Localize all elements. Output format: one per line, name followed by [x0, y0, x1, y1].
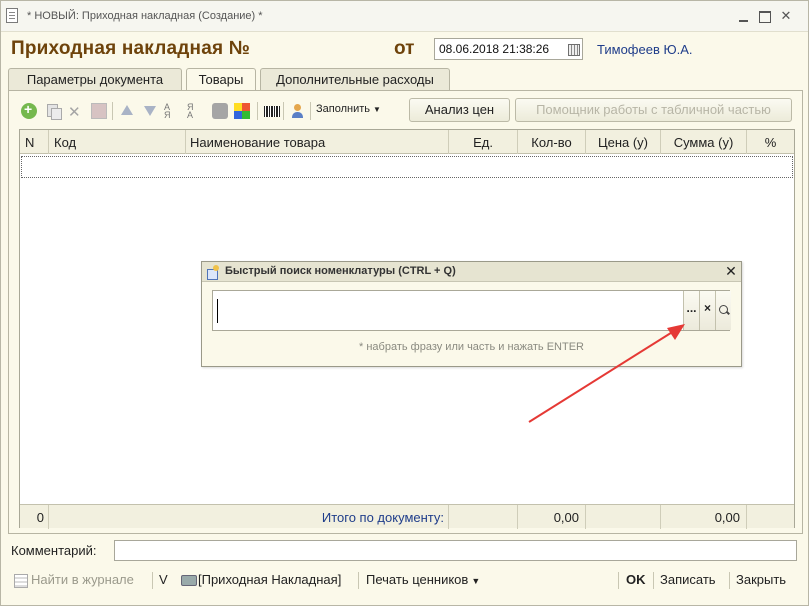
quick-search-input[interactable]	[216, 294, 682, 327]
quick-search-field: ... ×	[212, 290, 731, 331]
bottom-separator	[152, 572, 153, 589]
chevron-down-icon: ▼	[471, 576, 481, 586]
window-title: * НОВЫЙ: Приходная накладная (Создание) …	[27, 10, 263, 22]
close-window-button[interactable]: ✕	[776, 6, 796, 26]
title-bar: * НОВЫЙ: Приходная накладная (Создание) …	[1, 1, 808, 32]
col-percent[interactable]: %	[747, 130, 794, 154]
date-input[interactable]: 08.06.2018 21:38:26	[434, 38, 583, 60]
ok-button[interactable]: OK	[626, 572, 646, 587]
barcode-icon[interactable]	[264, 106, 280, 117]
analyze-prices-button[interactable]: Анализ цен	[409, 98, 510, 122]
comment-input[interactable]	[114, 540, 797, 561]
tab-parameters[interactable]: Параметры документа	[8, 68, 182, 90]
add-icon[interactable]	[21, 101, 37, 119]
total-label: Итого по документу:	[49, 505, 449, 529]
select-button[interactable]: ...	[683, 291, 699, 330]
print-tags-dropdown[interactable]: Печать ценников ▼	[366, 572, 480, 587]
print-button[interactable]: [Приходная Накладная]	[181, 572, 341, 587]
col-sum[interactable]: Сумма (у)	[661, 130, 747, 154]
footer-percent-cell	[747, 505, 794, 529]
v-button[interactable]: V	[159, 572, 168, 587]
table-toolbar: ✕ AЯ ЯA Заполнить▼ Анализ цен Помощник р…	[15, 98, 795, 124]
calendar-icon[interactable]	[566, 41, 580, 57]
sum-total: 0,00	[661, 505, 747, 529]
user-icon[interactable]	[290, 103, 306, 119]
quick-search-dialog: Быстрый поиск номенклатуры (CTRL + Q) ✕ …	[201, 261, 742, 367]
minimize-button[interactable]	[733, 6, 753, 26]
move-down-icon[interactable]	[142, 103, 158, 119]
sort-asc-icon[interactable]: AЯ	[164, 103, 180, 120]
bottom-separator	[618, 572, 619, 589]
move-up-icon[interactable]	[119, 103, 135, 119]
date-value: 08.06.2018 21:38:26	[439, 42, 550, 56]
col-number[interactable]: N	[20, 130, 49, 154]
row-count: 0	[20, 505, 49, 529]
fill-label: Заполнить	[316, 103, 371, 115]
col-code[interactable]: Код	[49, 130, 186, 154]
table-row[interactable]	[21, 156, 793, 178]
quick-search-header: Быстрый поиск номенклатуры (CTRL + Q) ✕	[202, 262, 741, 282]
bottom-separator	[358, 572, 359, 589]
quick-search-hint: * набрать фразу или часть и нажать ENTER	[359, 341, 584, 353]
tab-goods[interactable]: Товары	[186, 68, 256, 91]
database-icon[interactable]	[212, 103, 228, 119]
tab-extra-costs[interactable]: Дополнительные расходы	[260, 68, 450, 90]
toolbar-separator	[283, 102, 284, 120]
fill-dropdown[interactable]: Заполнить ▼	[316, 103, 381, 115]
quantity-total: 0,00	[518, 505, 586, 529]
copy-icon[interactable]	[45, 103, 62, 120]
bottom-separator	[653, 572, 654, 589]
col-quantity[interactable]: Кол-во	[518, 130, 586, 154]
toolbar-separator	[112, 102, 113, 120]
page-title: Приходная накладная №	[11, 38, 251, 59]
comment-label: Комментарий:	[11, 543, 97, 558]
toolbar-separator	[310, 102, 311, 120]
delete-icon[interactable]: ✕	[68, 103, 84, 121]
mark-icon[interactable]	[91, 103, 107, 119]
color-icon[interactable]	[234, 103, 250, 119]
find-in-journal-button[interactable]: Найти в журнале	[13, 572, 134, 588]
col-unit[interactable]: Ед.	[449, 130, 518, 154]
footer-unit-cell	[449, 505, 518, 529]
table-header: N Код Наименование товара Ед. Кол-во Цен…	[20, 130, 794, 154]
date-label: от	[394, 38, 415, 59]
toolbar-separator	[257, 102, 258, 120]
maximize-button[interactable]	[754, 6, 774, 26]
clear-button[interactable]: ×	[699, 291, 715, 330]
col-name[interactable]: Наименование товара	[186, 130, 449, 154]
bottom-separator	[729, 572, 730, 589]
document-window: * НОВЫЙ: Приходная накладная (Создание) …	[0, 0, 809, 606]
print-tags-label: Печать ценников	[366, 572, 469, 587]
table-helper-button[interactable]: Помощник работы с табличной частью	[515, 98, 792, 122]
save-button[interactable]: Записать	[660, 572, 716, 587]
journal-label: Найти в журнале	[31, 572, 134, 587]
chevron-down-icon: ▼	[373, 105, 381, 114]
col-price[interactable]: Цена (у)	[586, 130, 661, 154]
quick-search-icon	[206, 265, 220, 280]
text-cursor	[217, 299, 218, 323]
search-magnifier-icon[interactable]	[715, 291, 731, 330]
quick-search-title: Быстрый поиск номенклатуры (CTRL + Q)	[225, 265, 456, 277]
sort-desc-icon[interactable]: ЯA	[187, 103, 203, 120]
close-icon[interactable]: ✕	[723, 263, 739, 279]
table-footer: 0 Итого по документу: 0,00 0,00	[20, 504, 794, 529]
print-label: [Приходная Накладная]	[198, 572, 342, 587]
close-button[interactable]: Закрыть	[736, 572, 786, 587]
footer-price-cell	[586, 505, 661, 529]
doc-icon	[6, 8, 18, 23]
author-name[interactable]: Тимофеев Ю.А.	[597, 42, 693, 57]
